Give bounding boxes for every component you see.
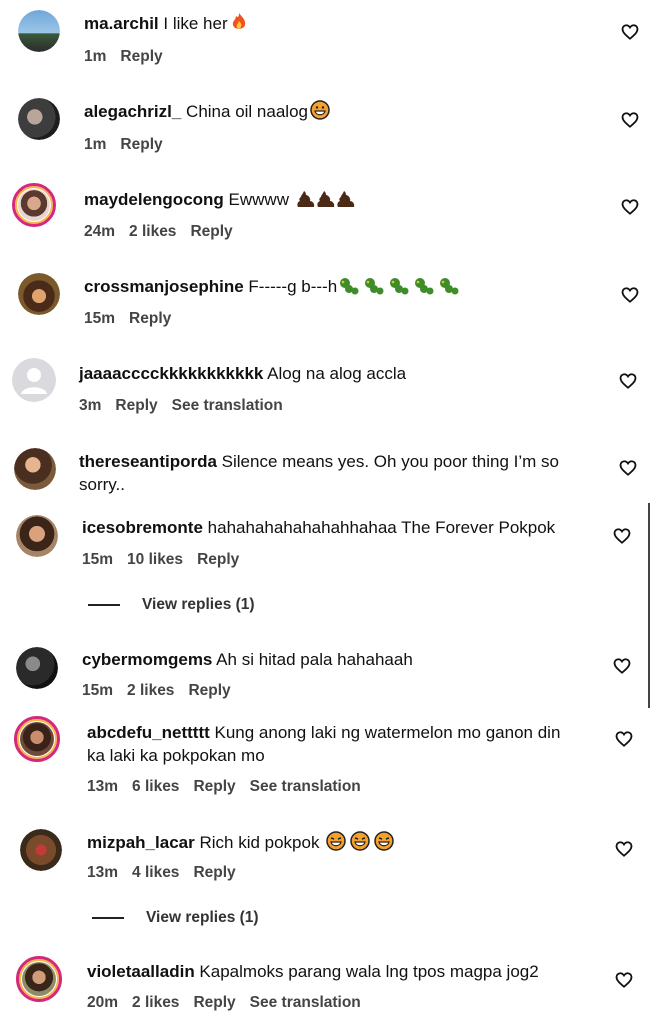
username[interactable]: mizpah_lacar <box>87 833 195 852</box>
heart-icon[interactable] <box>619 459 637 477</box>
comment-meta: 15m 10 likes Reply <box>82 551 239 569</box>
comment-text: maydelengocong Ewwww <box>84 188 358 214</box>
username[interactable]: alegachrizl_ <box>84 102 181 121</box>
avatar[interactable] <box>18 273 60 315</box>
timestamp: 13m <box>87 864 119 881</box>
avatar[interactable] <box>18 98 60 140</box>
caterpillar-emoji-icon <box>339 277 463 301</box>
username[interactable]: jaaaacccckkkkkkkkkkk <box>79 364 263 383</box>
comment-meta: 20m 2 likes Reply See translation <box>87 994 361 1012</box>
timestamp: 1m <box>84 48 107 65</box>
fire-emoji-icon <box>230 12 248 38</box>
avatar[interactable] <box>20 829 62 871</box>
avatar[interactable] <box>12 183 56 227</box>
comment-text: ma.archil I like her <box>84 12 248 38</box>
username[interactable]: cybermomgems <box>82 650 212 669</box>
view-replies-button[interactable]: View replies (1) <box>92 909 259 927</box>
like-count[interactable]: 2 likes <box>129 223 176 241</box>
like-count[interactable]: 6 likes <box>132 778 179 796</box>
avatar[interactable] <box>16 956 62 1002</box>
heart-icon[interactable] <box>619 372 637 390</box>
divider <box>88 604 120 606</box>
heart-icon[interactable] <box>615 730 633 748</box>
comment-text: violetaalladin Kapalmoks parang wala lng… <box>87 962 539 981</box>
timestamp: 20m <box>87 994 119 1011</box>
comment-text: cybermomgems Ah si hitad pala hahahaah <box>82 650 413 669</box>
reply-button[interactable]: Reply <box>115 397 157 415</box>
timestamp: 24m <box>84 223 116 240</box>
avatar[interactable] <box>18 10 60 52</box>
username[interactable]: icesobremonte <box>82 518 203 537</box>
comment-text: icesobremonte hahahahahahahahhahaa The F… <box>82 518 556 537</box>
timestamp: 15m <box>82 551 114 568</box>
comment-text: alegachrizl_ China oil naalog <box>84 100 330 126</box>
divider <box>92 917 124 919</box>
poop-emoji-icon <box>296 190 358 214</box>
heart-icon[interactable] <box>615 840 633 858</box>
comment-meta: 13m 6 likes Reply See translation <box>87 778 361 796</box>
comment-meta: 24m 2 likes Reply <box>84 223 233 241</box>
comment-text: abcdefu_nettttt Kung anong laki ng water… <box>87 723 561 765</box>
reply-button[interactable]: Reply <box>197 551 239 569</box>
avatar[interactable] <box>12 358 56 402</box>
avatar[interactable] <box>16 515 58 557</box>
timestamp: 15m <box>84 310 116 327</box>
like-count[interactable]: 2 likes <box>132 994 179 1012</box>
timestamp: 15m <box>82 682 114 699</box>
timestamp: 13m <box>87 778 119 795</box>
comment-meta: 15m Reply <box>84 310 171 328</box>
avatar[interactable] <box>16 647 58 689</box>
username[interactable]: thereseantiporda <box>79 452 217 471</box>
heart-icon[interactable] <box>615 971 633 989</box>
grinning-emoji-icon <box>310 100 330 126</box>
avatar[interactable] <box>14 448 56 490</box>
heart-icon[interactable] <box>621 286 639 304</box>
comment-text: jaaaacccckkkkkkkkkkk Alog na alog accla <box>79 364 407 383</box>
like-count[interactable]: 4 likes <box>132 864 179 882</box>
comment-meta: 1m Reply <box>84 136 163 154</box>
username[interactable]: maydelengocong <box>84 190 224 209</box>
username[interactable]: violetaalladin <box>87 962 195 981</box>
username[interactable]: crossmanjosephine <box>84 277 244 296</box>
comment-text: crossmanjosephine F-----g b---h <box>84 275 463 301</box>
heart-icon[interactable] <box>621 23 639 41</box>
comment-meta: 1m Reply <box>84 48 163 66</box>
like-count[interactable]: 10 likes <box>127 551 183 569</box>
reply-button[interactable]: Reply <box>193 864 235 882</box>
username[interactable]: ma.archil <box>84 14 159 33</box>
laughing-emoji-icon <box>326 831 394 857</box>
see-translation-button[interactable]: See translation <box>250 994 361 1012</box>
heart-icon[interactable] <box>613 527 631 545</box>
comment-text: mizpah_lacar Rich kid pokpok <box>87 831 394 857</box>
heart-icon[interactable] <box>621 111 639 129</box>
timestamp: 1m <box>84 136 107 153</box>
heart-icon[interactable] <box>621 198 639 216</box>
comment-meta: 15m 2 likes Reply <box>82 682 231 700</box>
like-count[interactable]: 2 likes <box>127 682 174 700</box>
reply-button[interactable]: Reply <box>129 310 171 328</box>
timestamp: 3m <box>79 397 102 414</box>
default-avatar-icon <box>21 368 47 394</box>
comment-meta: 13m 4 likes Reply <box>87 864 236 882</box>
username[interactable]: abcdefu_nettttt <box>87 723 210 742</box>
reply-button[interactable]: Reply <box>193 778 235 796</box>
view-replies-button[interactable]: View replies (1) <box>88 596 255 614</box>
see-translation-button[interactable]: See translation <box>250 778 361 796</box>
avatar[interactable] <box>14 716 60 762</box>
reply-button[interactable]: Reply <box>120 48 162 66</box>
reply-button[interactable]: Reply <box>188 682 230 700</box>
comment-text: thereseantiporda Silence means yes. Oh y… <box>79 452 559 494</box>
reply-button[interactable]: Reply <box>193 994 235 1012</box>
comment-meta: 3m Reply See translation <box>79 397 283 415</box>
reply-button[interactable]: Reply <box>190 223 232 241</box>
reply-button[interactable]: Reply <box>120 136 162 154</box>
heart-icon[interactable] <box>613 657 631 675</box>
see-translation-button[interactable]: See translation <box>172 397 283 415</box>
